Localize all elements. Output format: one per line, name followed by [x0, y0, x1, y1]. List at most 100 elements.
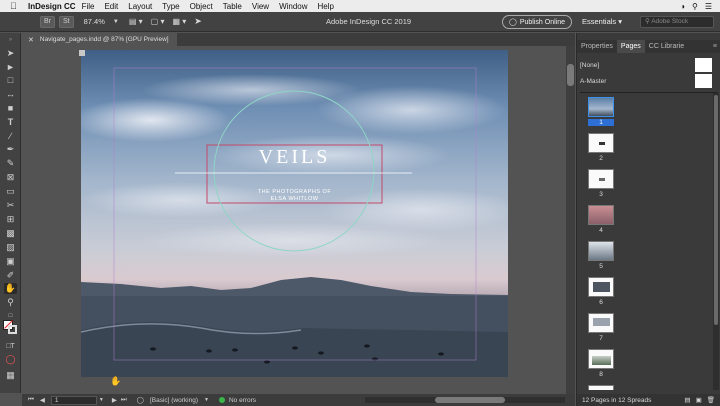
master-a[interactable]: A-Master: [580, 73, 720, 89]
type-tool-icon[interactable]: T: [4, 116, 17, 127]
search-icon[interactable]: ⚲: [692, 2, 698, 11]
page-thumb-5[interactable]: [588, 241, 614, 261]
page-thumb-4[interactable]: [588, 205, 614, 225]
edit-page-size-icon[interactable]: ▤: [684, 396, 690, 404]
page-number-1: 1: [588, 119, 614, 126]
next-page-icon[interactable]: ▶: [112, 396, 117, 404]
screen-mode-normal-icon[interactable]: ▦: [4, 370, 17, 381]
menu-layout[interactable]: Layout: [128, 2, 152, 11]
gap-tool-icon[interactable]: ↔: [4, 88, 17, 99]
menu-view[interactable]: View: [252, 2, 269, 11]
pages-panel-footer: 12 Pages in 12 Spreads ▤ ▣ 🗑: [577, 394, 720, 406]
formatting-affects-container-icon[interactable]: □T: [4, 341, 17, 352]
stock-button[interactable]: St: [59, 15, 74, 28]
menu-help[interactable]: Help: [318, 2, 334, 11]
page-thumb-8[interactable]: [588, 349, 614, 369]
document-tab[interactable]: ✕ Navigate_pages.indd @ 87% [GPU Preview…: [22, 33, 177, 46]
tab-cc-libraries[interactable]: CC Librarie: [645, 43, 688, 50]
preflight-profile-label[interactable]: [Basic] (working): [150, 397, 198, 404]
rectangle-frame-tool-icon[interactable]: ⊠: [4, 172, 17, 183]
apple-icon[interactable]: : [10, 1, 22, 11]
panel-menu-icon[interactable]: ≡: [713, 43, 717, 50]
screen-mode-icon[interactable]: ▢ ▾: [151, 17, 165, 26]
preflight-status[interactable]: No errors: [229, 397, 256, 404]
scissors-tool-icon[interactable]: ✂: [4, 200, 17, 211]
menu-edit[interactable]: Edit: [104, 2, 118, 11]
line-tool-icon[interactable]: ∕: [4, 130, 17, 141]
page-tool-icon[interactable]: □: [4, 74, 17, 85]
hand-tool-icon[interactable]: ✋: [4, 283, 17, 294]
tab-pages[interactable]: Pages: [616, 40, 645, 53]
publish-online-button[interactable]: ◯ Publish Online: [502, 15, 572, 29]
selection-tool-icon[interactable]: ➤: [4, 48, 17, 59]
page-number-7: 7: [599, 335, 603, 342]
creative-cloud-icon[interactable]: ◑: [680, 2, 685, 11]
zoom-dropdown-icon[interactable]: ▼: [113, 19, 119, 25]
app-menu[interactable]: InDesign CC: [28, 2, 76, 11]
pages-list: 1 2 3 4 5 6 7 8: [577, 93, 712, 390]
profile-dropdown-icon[interactable]: ▼: [204, 397, 209, 403]
previous-page-icon[interactable]: ◀: [40, 396, 45, 404]
menu-table[interactable]: Table: [223, 2, 242, 11]
pen-tool-icon[interactable]: ✒: [4, 144, 17, 155]
zoom-level[interactable]: 87.4%: [84, 17, 105, 26]
note-tool-icon[interactable]: ▣: [4, 256, 17, 267]
menu-list-icon[interactable]: ☰: [705, 2, 712, 11]
page-thumb-6[interactable]: [588, 277, 614, 297]
apply-none-icon[interactable]: ◯: [4, 354, 17, 365]
page-thumb-3[interactable]: [588, 169, 614, 189]
share-icon[interactable]: ➤: [194, 16, 202, 27]
document-page[interactable]: VEILS THE PHOTOGRAPHS OF ELSA WHITLOW: [81, 50, 508, 377]
direct-selection-tool-icon[interactable]: ►: [4, 61, 17, 72]
page-2-image: [599, 142, 605, 145]
page-thumb-9[interactable]: [588, 385, 614, 390]
pages-panel-scrollbar[interactable]: [713, 93, 719, 390]
vertical-scrollbar[interactable]: [566, 46, 575, 394]
page-thumb-1[interactable]: [588, 97, 614, 117]
menu-window[interactable]: Window: [279, 2, 307, 11]
cover-title[interactable]: VEILS: [81, 146, 508, 169]
page-dropdown-icon[interactable]: ▼: [99, 397, 104, 403]
content-collector-icon[interactable]: ■: [4, 102, 17, 113]
adobe-stock-search[interactable]: ⚲ Adobe Stock: [640, 16, 714, 28]
pages-panel-scroll-thumb[interactable]: [714, 95, 718, 325]
eyedropper-tool-icon[interactable]: ✐: [4, 270, 17, 281]
rectangle-tool-icon[interactable]: ▭: [4, 186, 17, 197]
bridge-button[interactable]: Br: [40, 15, 55, 28]
arrange-icon[interactable]: ▦ ▾: [172, 17, 186, 26]
gradient-tool-icon[interactable]: ▩: [4, 228, 17, 239]
collapse-handle-icon[interactable]: »: [4, 34, 17, 45]
tab-properties[interactable]: Properties: [577, 43, 617, 50]
page-thumb-2[interactable]: [588, 133, 614, 153]
page-count-label: 12 Pages in 12 Spreads: [582, 396, 652, 404]
page-7-image: [593, 318, 610, 326]
delete-page-icon[interactable]: 🗑: [707, 396, 715, 404]
gradient-feather-tool-icon[interactable]: ▨: [4, 242, 17, 253]
free-transform-tool-icon[interactable]: ⊞: [4, 214, 17, 225]
last-page-icon[interactable]: ⏭: [121, 396, 127, 404]
preflight-profile-icon[interactable]: ◯: [137, 396, 144, 404]
horizontal-scroll-thumb[interactable]: [435, 397, 505, 403]
zoom-tool-icon[interactable]: ⚲: [4, 297, 17, 308]
stroke-swatch[interactable]: [8, 325, 17, 334]
horizontal-scrollbar[interactable]: [365, 397, 565, 403]
master-none[interactable]: [None]: [580, 57, 720, 73]
page-thumb-7[interactable]: [588, 313, 614, 333]
first-page-icon[interactable]: ⏮: [28, 396, 34, 404]
new-page-icon[interactable]: ▣: [696, 396, 702, 404]
page-number-field[interactable]: 1: [50, 395, 97, 405]
pencil-tool-icon[interactable]: ✎: [4, 158, 17, 169]
view-options-icon[interactable]: ▤ ▾: [129, 17, 143, 26]
fill-stroke-swatch[interactable]: [3, 320, 17, 334]
document-tab-bar: ✕ Navigate_pages.indd @ 87% [GPU Preview…: [22, 33, 575, 46]
vertical-scroll-thumb[interactable]: [567, 64, 574, 86]
close-tab-icon[interactable]: ✕: [28, 36, 34, 44]
page-3-image: [599, 178, 605, 181]
search-field-icon: ⚲: [645, 18, 650, 25]
workspace-switcher[interactable]: Essentials ▾: [582, 17, 622, 26]
cover-subtitle-line-1[interactable]: THE PHOTOGRAPHS OF: [81, 189, 508, 195]
menu-type[interactable]: Type: [162, 2, 179, 11]
cover-subtitle-line-2[interactable]: ELSA WHITLOW: [81, 196, 508, 202]
menu-object[interactable]: Object: [190, 2, 213, 11]
menu-file[interactable]: File: [82, 2, 95, 11]
